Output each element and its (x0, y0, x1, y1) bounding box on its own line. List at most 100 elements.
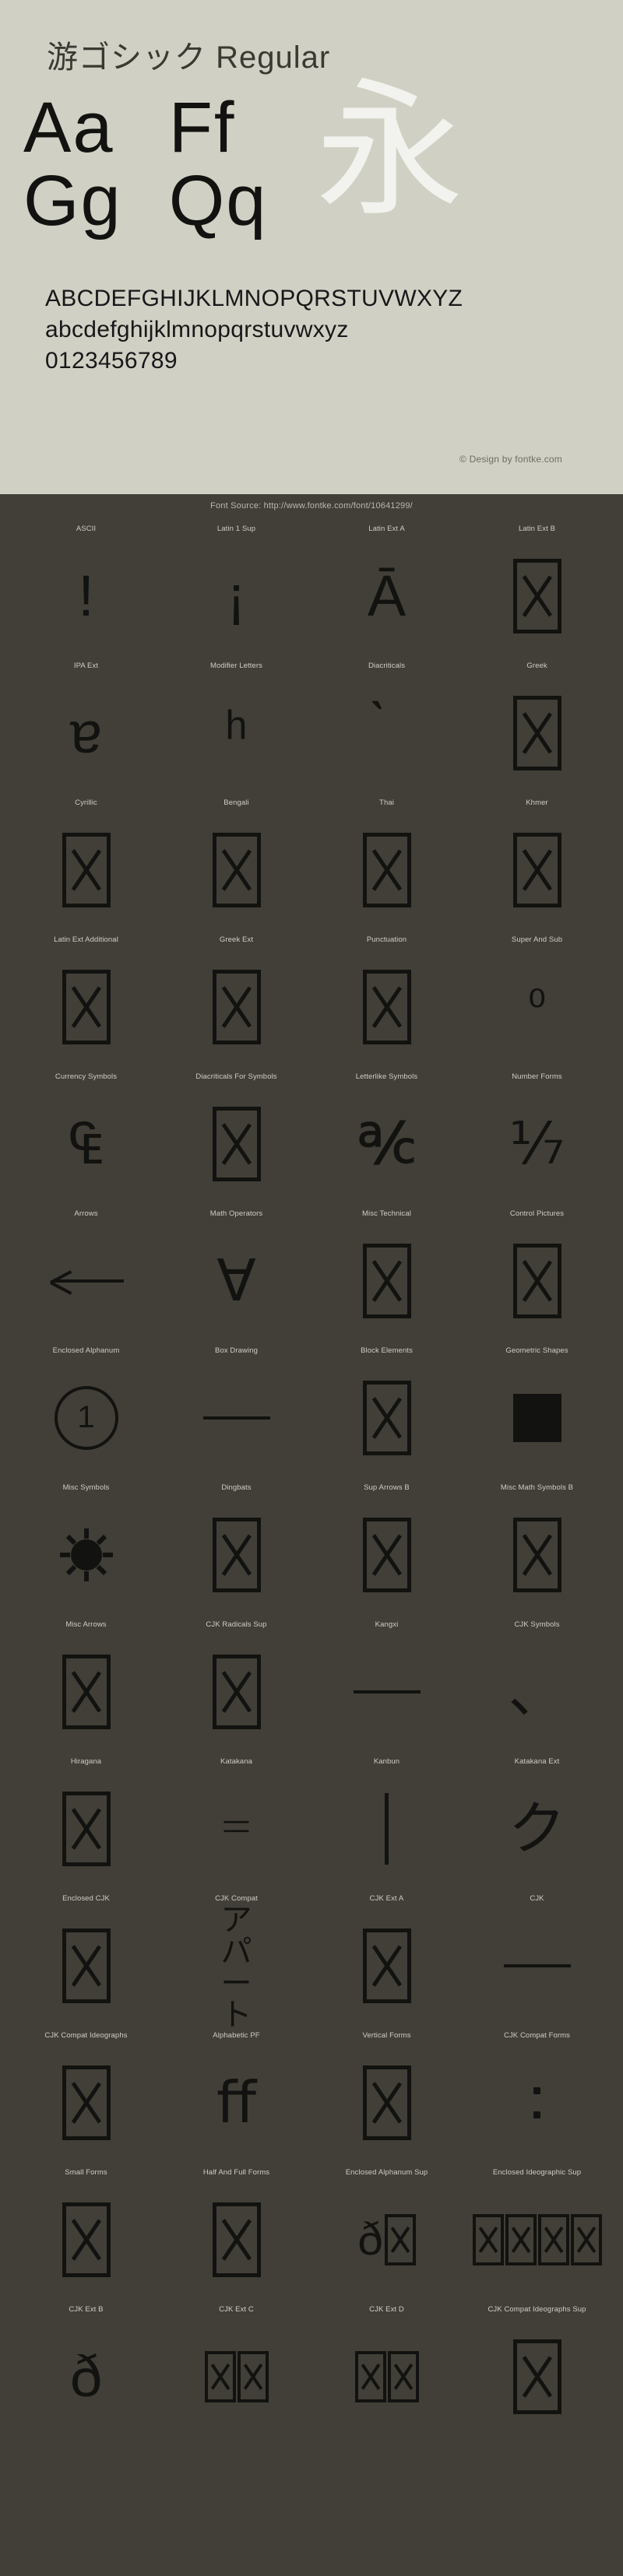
unicode-block-cell[interactable]: ASCII! (11, 520, 161, 657)
unicode-block-cell[interactable]: Modifier Letters ʰ (161, 657, 312, 794)
notdef-box-icon (212, 969, 261, 1044)
unicode-block-label: Box Drawing (215, 1346, 258, 1355)
unicode-block-cell[interactable]: Latin 1 Sup ¡ (161, 520, 312, 657)
notdef-box-icon (472, 2213, 504, 2265)
unicode-block-cell[interactable]: Half And Full Forms (161, 2164, 312, 2301)
unicode-block-cell[interactable]: Kanbun (312, 1753, 462, 1890)
unicode-block-cell[interactable]: CJK Symbols 、 (462, 1616, 612, 1753)
unicode-block-cell[interactable]: Punctuation (312, 931, 462, 1068)
unicode-block-cell[interactable]: CJK Ext D (312, 2301, 462, 2437)
unicode-block-cell[interactable]: Enclosed Alphanum Sup ð (312, 2164, 462, 2301)
unicode-block-cell[interactable]: IPA Ext ɐ (11, 657, 161, 794)
unicode-block-label: Math Operators (209, 1209, 263, 1218)
unicode-block-cell[interactable]: Greek (462, 657, 612, 794)
unicode-block-cell[interactable]: CJK Compat Ideographs (11, 2027, 161, 2164)
unicode-block-cell[interactable]: Bengali (161, 794, 312, 931)
unicode-block-cell[interactable]: Latin Ext A Ā (312, 520, 462, 657)
unicode-block-cell[interactable]: CJK Ext B ð (11, 2301, 161, 2437)
unicode-block-cell[interactable]: Greek Ext (161, 931, 312, 1068)
unicode-block-cell[interactable]: Number Forms ⅐ (462, 1068, 612, 1205)
unicode-block-cell[interactable]: Vertical Forms (312, 2027, 462, 2164)
unicode-block-cell[interactable]: Katakana Ext ク (462, 1753, 612, 1890)
unicode-block-cell[interactable]: Small Forms (11, 2164, 161, 2301)
unicode-block-cell[interactable]: Enclosed CJK (11, 1890, 161, 2027)
unicode-block-cell[interactable]: CJK Compat アパート (161, 1890, 312, 2031)
unicode-block-cell[interactable]: Enclosed Alphanum 1 (11, 1342, 161, 1479)
unicode-block-cell[interactable]: Cyrillic (11, 794, 161, 931)
unicode-block-label: Latin Ext A (368, 525, 405, 533)
font-source-link[interactable]: Font Source: http://www.fontke.com/font/… (0, 494, 623, 520)
unicode-block-cell[interactable]: Super And Sub ⁰ (462, 931, 612, 1068)
unicode-block-cell[interactable]: Alphabetic PF ﬀ (161, 2027, 312, 2164)
unicode-block-sample (462, 2315, 612, 2437)
unicode-block-cell[interactable]: Misc Arrows (11, 1616, 161, 1753)
unicode-block-cell[interactable]: Thai (312, 794, 462, 931)
unicode-block-sample (462, 672, 612, 794)
notdef-box-icon (204, 2350, 236, 2402)
notdef-box-icon (62, 969, 111, 1044)
unicode-block-cell[interactable]: Latin Ext B (462, 520, 612, 657)
unicode-block-label: Enclosed Ideographic Sup (492, 2168, 582, 2177)
glyph-pair-aa: Aa (23, 88, 114, 167)
unicode-block-cell[interactable]: CJK Radicals Sup (161, 1616, 312, 1753)
unicode-block-label: Diacriticals (368, 662, 406, 670)
unicode-block-cell[interactable]: Geometric Shapes (462, 1342, 612, 1479)
alphabet-digits: 0123456789 (45, 347, 178, 374)
unicode-block-cell[interactable]: Control Pictures (462, 1205, 612, 1342)
unicode-block-sample: ℀ (312, 1083, 462, 1205)
unicode-block-label: Vertical Forms (362, 2031, 411, 2040)
unicode-block-cell[interactable]: CJK (462, 1890, 612, 2027)
horizontal-line-icon (353, 1690, 421, 1693)
unicode-block-cell[interactable]: Box Drawing (161, 1342, 312, 1479)
unicode-block-cell[interactable]: Khmer (462, 794, 612, 931)
unicode-block-cell[interactable]: Sup Arrows B (312, 1479, 462, 1616)
unicode-block-sample (161, 946, 312, 1068)
unicode-block-cell[interactable]: Arrows (11, 1205, 161, 1342)
unicode-block-cell[interactable]: Letterlike Symbols ℀ (312, 1068, 462, 1205)
unicode-block-cell[interactable]: CJK Ext C (161, 2301, 312, 2437)
unicode-block-cell[interactable]: Enclosed Ideographic Sup (462, 2164, 612, 2301)
unicode-block-cell[interactable]: CJK Compat Ideographs Sup (462, 2301, 612, 2437)
unicode-block-sample (161, 1083, 312, 1205)
notdef-box-icon (362, 1243, 411, 1318)
notdef-box-icon (62, 2202, 111, 2277)
mixed-sample-group (204, 2350, 269, 2402)
unicode-block-sample: ﬀ (161, 2041, 312, 2164)
unicode-block-cell[interactable]: Latin Ext Additional (11, 931, 161, 1068)
unicode-block-label: Katakana Ext (514, 1757, 560, 1766)
unicode-block-cell[interactable]: Hiragana (11, 1753, 161, 1890)
unicode-block-cell[interactable]: CJK Compat Forms (462, 2027, 612, 2164)
unicode-block-cell[interactable]: Currency Symbols ₠ (11, 1068, 161, 1205)
unicode-block-cell[interactable]: Misc Technical (312, 1205, 462, 1342)
unicode-block-label: Latin 1 Sup (216, 525, 256, 533)
unicode-block-sample (161, 2178, 312, 2301)
circled-digit-one-icon: 1 (54, 1385, 118, 1450)
unicode-block-cell[interactable]: Dingbats (161, 1479, 312, 1616)
unicode-block-label: CJK (530, 1894, 544, 1903)
unicode-block-cell[interactable]: CJK Ext A (312, 1890, 462, 2027)
unicode-block-sample (161, 809, 312, 931)
unicode-block-label: Hiragana (70, 1757, 102, 1766)
unicode-block-cell[interactable]: Block Elements (312, 1342, 462, 1479)
unicode-block-label: Kangxi (375, 1620, 399, 1629)
filled-square-icon (512, 1393, 561, 1442)
unicode-block-label: Enclosed Alphanum (52, 1346, 120, 1355)
unicode-block-cell[interactable]: Misc Math Symbols B (462, 1479, 612, 1616)
unicode-block-sample (161, 2315, 312, 2437)
unicode-block-cell[interactable]: Diacriticals For Symbols (161, 1068, 312, 1205)
unicode-block-cell[interactable]: Diacriticals̀ (312, 657, 462, 794)
unicode-block-cell[interactable]: Misc Symbols (11, 1479, 161, 1616)
unicode-block-cell[interactable]: Katakana ゠ (161, 1753, 312, 1890)
unicode-block-cell[interactable]: Math Operators ∀ (161, 1205, 312, 1342)
unicode-block-sample (462, 535, 612, 657)
unicode-block-sample: ゠ (161, 1767, 312, 1890)
unicode-block-label: Latin Ext Additional (54, 935, 118, 944)
unicode-block-cell[interactable]: Kangxi (312, 1616, 462, 1753)
design-credit: © Design by fontke.com (459, 454, 562, 465)
unicode-block-label: CJK Compat Ideographs (44, 2031, 128, 2040)
unicode-block-sample (312, 946, 462, 1068)
unicode-block-sample (462, 1904, 612, 2027)
unicode-block-label: CJK Ext C (219, 2305, 254, 2314)
notdef-box-icon (570, 2213, 602, 2265)
notdef-box-icon (62, 1928, 111, 2003)
